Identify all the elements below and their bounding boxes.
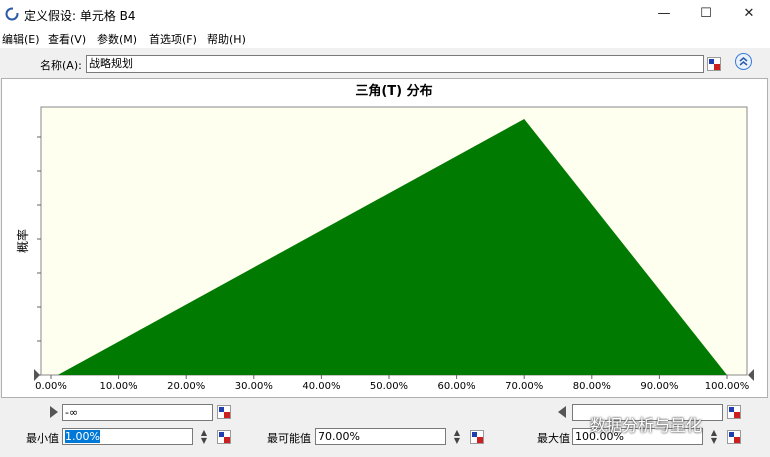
name-input[interactable]: 战略规划 — [86, 55, 704, 73]
title-bar: 定义假设: 单元格 B4 — ☐ ✕ — [0, 0, 770, 28]
min-label: 最小值 — [26, 432, 59, 445]
cell-reference-button[interactable] — [707, 57, 721, 71]
lower-bound-ref-button[interactable] — [217, 405, 231, 419]
x-tick-label: 60.00% — [438, 381, 476, 392]
watermark-text: 数据分析与量化 — [590, 416, 703, 435]
menu-preferences[interactable]: 首选项(F) — [149, 31, 197, 47]
left-slider-marker[interactable] — [34, 369, 40, 381]
min-spinner[interactable]: ▲ ▼ — [199, 429, 209, 445]
distribution-chart-panel: 三角(T) 分布 概率 0.00% 10.00% 20.00% 30.00% 40.00… — [1, 78, 768, 398]
x-tick-label: 40.00% — [302, 381, 340, 392]
menu-parameters[interactable]: 参数(M) — [97, 31, 137, 47]
menu-help[interactable]: 帮助(H) — [207, 31, 246, 47]
y-axis-label: 概率 — [15, 229, 30, 253]
likely-label: 最可能值 — [267, 432, 311, 445]
menu-bar: 编辑(E) 查看(V) 参数(M) 首选项(F) 帮助(H) — [0, 28, 770, 48]
likely-spinner[interactable]: ▲ ▼ — [452, 429, 462, 445]
lower-bound-arrow-icon[interactable] — [50, 406, 58, 418]
crystal-ball-icon — [5, 7, 19, 21]
menu-edit[interactable]: 编辑(E) — [2, 31, 40, 47]
max-label: 最大值 — [537, 432, 570, 445]
x-tick-label: 20.00% — [167, 381, 205, 392]
maximize-button[interactable]: ☐ — [691, 4, 721, 24]
x-axis-ticks: 0.00% 10.00% 20.00% 30.00% 40.00% 50.00% 60.00… — [35, 375, 749, 392]
close-button[interactable]: ✕ — [734, 4, 764, 24]
x-tick-label: 50.00% — [370, 381, 408, 392]
likely-ref-button[interactable] — [470, 430, 484, 444]
x-tick-label: 80.00% — [573, 381, 611, 392]
right-slider-marker[interactable] — [748, 369, 754, 381]
collapse-icon[interactable] — [735, 53, 752, 70]
max-ref-button[interactable] — [727, 430, 741, 444]
distribution-chart: 三角(T) 分布 概率 0.00% 10.00% 20.00% 30.00% 40.00… — [15, 83, 754, 392]
x-tick-label: 90.00% — [640, 381, 678, 392]
likely-input[interactable]: 70.00% — [315, 428, 446, 445]
x-tick-label: 0.00% — [35, 381, 67, 392]
x-tick-label: 30.00% — [235, 381, 273, 392]
chart-title: 三角(T) 分布 — [355, 83, 432, 99]
upper-bound-arrow-icon[interactable] — [558, 406, 566, 418]
window-title: 定义假设: 单元格 B4 — [24, 9, 136, 23]
min-ref-button[interactable] — [217, 430, 231, 444]
minimize-button[interactable]: — — [649, 4, 679, 24]
x-tick-label: 70.00% — [505, 381, 543, 392]
y-axis-ticks — [37, 136, 41, 376]
upper-bound-ref-button[interactable] — [727, 405, 741, 419]
x-tick-label: 100.00% — [705, 381, 750, 392]
min-value: 1.00% — [65, 430, 100, 443]
x-tick-label: 10.00% — [100, 381, 138, 392]
name-label: 名称(A): — [40, 59, 82, 72]
menu-view[interactable]: 查看(V) — [48, 31, 86, 47]
min-input[interactable]: 1.00% — [62, 428, 193, 445]
max-spinner[interactable]: ▲ ▼ — [709, 429, 719, 445]
lower-bound-input[interactable]: -∞ — [62, 404, 213, 421]
